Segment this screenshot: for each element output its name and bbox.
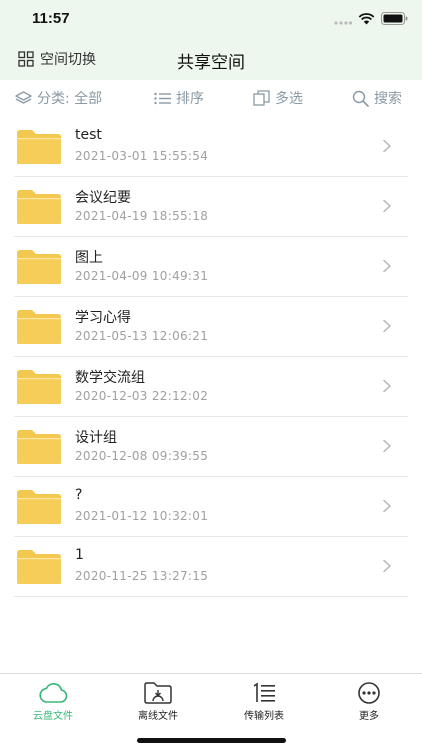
- tab-transfer-list[interactable]: 传输列表: [224, 682, 304, 722]
- file-name: 数学交流组: [75, 370, 145, 386]
- chevron-right-icon: [383, 259, 391, 273]
- folder-icon: [17, 430, 61, 464]
- file-name: 设计组: [75, 430, 117, 446]
- chevron-right-icon: [383, 139, 391, 153]
- list-item[interactable]: 1 2020-11-25 13:27:15: [14, 537, 408, 597]
- sort-label: 排序: [176, 91, 204, 107]
- file-name: 1: [75, 547, 84, 563]
- file-date: 2020-12-03 22:12:02: [75, 389, 209, 403]
- tab-cloud-files[interactable]: 云盘文件: [13, 682, 93, 722]
- sort-button[interactable]: 排序: [154, 88, 204, 108]
- list-item[interactable]: 数学交流组 2020-12-03 22:12:02: [14, 357, 408, 417]
- file-name: 会议纪要: [75, 190, 131, 206]
- search-icon: [352, 90, 369, 107]
- file-date: 2020-12-08 09:39:55: [75, 449, 209, 463]
- tab-label: 云盘文件: [33, 711, 73, 722]
- search-button[interactable]: 搜索: [352, 88, 402, 108]
- folder-icon: [17, 250, 61, 284]
- file-date: 2020-11-25 13:27:15: [75, 569, 209, 583]
- list-sort-icon: [154, 92, 171, 104]
- multi-select-label: 多选: [275, 91, 303, 107]
- tab-offline-files[interactable]: 离线文件: [118, 682, 198, 722]
- file-list: test 2021-03-01 15:55:54 会议纪要 2021-04-19…: [0, 117, 422, 597]
- signal-icon: [334, 20, 352, 25]
- status-bar: 11:57: [0, 0, 422, 40]
- file-date: 2021-05-13 12:06:21: [75, 329, 209, 343]
- chevron-right-icon: [383, 559, 391, 573]
- folder-icon: [17, 190, 61, 224]
- folder-icon: [17, 130, 61, 164]
- chevron-right-icon: [383, 499, 391, 513]
- tab-label: 传输列表: [244, 711, 284, 722]
- layers-icon: [15, 90, 32, 104]
- transfer-list-icon: [253, 682, 275, 702]
- multi-select-button[interactable]: 多选: [253, 88, 303, 108]
- status-icons: [334, 12, 408, 25]
- tab-label: 离线文件: [138, 711, 178, 722]
- file-date: 2021-01-12 10:32:01: [75, 509, 209, 523]
- file-date: 2021-03-01 15:55:54: [75, 149, 209, 163]
- file-name: ?: [75, 487, 83, 503]
- list-item[interactable]: 会议纪要 2021-04-19 18:55:18: [14, 177, 408, 237]
- folder-icon: [17, 310, 61, 344]
- list-item[interactable]: test 2021-03-01 15:55:54: [14, 117, 408, 177]
- chevron-right-icon: [383, 439, 391, 453]
- tab-more[interactable]: 更多: [329, 682, 409, 722]
- folder-icon: [17, 370, 61, 404]
- folder-icon: [17, 490, 61, 524]
- file-name: 图上: [75, 250, 103, 266]
- file-name: test: [75, 127, 102, 143]
- file-date: 2021-04-09 10:49:31: [75, 269, 209, 283]
- tab-label: 更多: [359, 711, 379, 722]
- list-item[interactable]: 学习心得 2021-05-13 12:06:21: [14, 297, 408, 357]
- search-label: 搜索: [374, 91, 402, 107]
- offline-folder-icon: [144, 682, 172, 704]
- cloud-icon: [39, 683, 68, 703]
- chevron-right-icon: [383, 379, 391, 393]
- category-filter-button[interactable]: 分类: 全部: [15, 88, 102, 108]
- page-title: 共享空间: [177, 53, 245, 73]
- wifi-icon: [358, 12, 375, 24]
- list-item[interactable]: 图上 2021-04-09 10:49:31: [14, 237, 408, 297]
- toolbar: 分类: 全部 排序 多选 搜索: [0, 82, 422, 114]
- list-item[interactable]: 设计组 2020-12-08 09:39:55: [14, 417, 408, 477]
- chevron-right-icon: [383, 319, 391, 333]
- file-name: 学习心得: [75, 310, 131, 326]
- home-indicator: [137, 738, 286, 743]
- folder-icon: [17, 550, 61, 584]
- nav-bar: 空间切换 共享空间: [0, 40, 422, 80]
- battery-icon: [381, 12, 408, 25]
- status-time: 11:57: [32, 10, 70, 27]
- copy-icon: [253, 90, 270, 106]
- file-date: 2021-04-19 18:55:18: [75, 209, 209, 223]
- chevron-right-icon: [383, 199, 391, 213]
- more-icon: [358, 682, 380, 704]
- category-filter-label: 分类: 全部: [37, 91, 103, 107]
- list-item[interactable]: ? 2021-01-12 10:32:01: [14, 477, 408, 537]
